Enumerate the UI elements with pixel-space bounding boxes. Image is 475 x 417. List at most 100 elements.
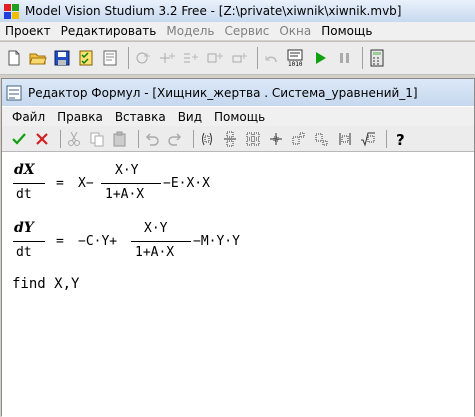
editor-menu-help[interactable]: Помощь [208,110,271,124]
document-icon [103,50,117,66]
undo-icon [145,132,159,146]
add-parameter-icon [232,53,247,63]
new-file-icon [8,50,20,66]
compile-icon: 1010 [287,49,303,67]
menu-help[interactable]: Помощь [316,24,377,38]
toolbar-separator [362,47,363,69]
fraction-icon [224,131,236,146]
eq1-equals: = [56,176,64,191]
eq2-lhs-numerator: dY [14,220,34,236]
insert-superscript-button[interactable] [290,130,308,148]
run-button[interactable] [310,48,330,68]
help-button[interactable]: ? [391,130,409,148]
insert-sqrt-button[interactable] [359,130,377,148]
subscript-icon [315,133,328,145]
eq1-term1: X− [78,176,94,191]
save-button[interactable] [52,48,72,68]
copy-button[interactable] [88,130,106,148]
menu-model[interactable]: Модель [161,24,219,38]
redo-icon [168,132,182,146]
open-button[interactable] [28,48,48,68]
eq1-frac-numerator: X·Y [115,163,139,178]
insert-subscript-button[interactable] [313,130,331,148]
eq2-equals: = [56,234,64,249]
calculator-icon [370,49,384,67]
add-parameter-button[interactable] [229,48,249,68]
add-connector-icon [160,53,175,63]
new-file-button[interactable] [4,48,24,68]
sqrt-icon [361,132,375,147]
app-title: Model Vision Studium 3.2 Free - [Z:\priv… [25,4,402,18]
add-variable-icon [207,53,223,63]
editor-menu-bar: Файл Правка Вставка Вид Помощь [2,107,474,126]
apply-button[interactable] [10,130,28,148]
pause-button[interactable] [334,48,354,68]
compile-button[interactable]: 1010 [286,48,306,68]
close-icon [36,132,48,145]
editor-title: Редактор Формул - [Хищник_жертва . Систе… [28,85,418,100]
superscript-icon [292,132,305,144]
eq2-frac-numerator: X·Y [144,221,168,236]
editor-menu-view[interactable]: Вид [172,110,208,124]
main-toolbar: 1010 [0,41,475,75]
insert-parentheses-button[interactable] [198,130,216,148]
menu-project[interactable]: Проект [0,24,56,38]
toolbar-separator [138,129,139,148]
insert-matrix-button[interactable] [244,130,262,148]
eq2-tail: −M·Y·Y [193,234,240,249]
insert-fraction-button[interactable] [221,130,239,148]
eq2-term1: −C·Y+ [78,234,118,249]
eq2-lhs-fraction-bar [13,241,45,242]
editor-menu-file[interactable]: Файл [6,110,51,124]
toolbar-separator [60,129,61,148]
undo-icon [265,56,277,63]
formula-editor-icon [6,85,22,100]
eq2-frac-denominator: 1+A·X [135,245,175,260]
eq1-lhs-numerator: dX [14,162,35,178]
parentheses-icon [202,132,212,145]
menu-edit[interactable]: Редактировать [56,24,162,38]
add-port-icon [184,53,198,63]
insert-abs-button[interactable] [336,130,354,148]
editor-title-bar: Редактор Формул - [Хищник_жертва . Систе… [2,79,474,106]
undo-button[interactable] [143,130,161,148]
eq1-lhs-fraction-bar [13,183,45,184]
app-logo-icon [4,3,19,19]
formula-editor-area[interactable]: dX dt = X− X·Y 1+A·X −E·X·X dY dt = −C·Y… [2,152,474,417]
eq1-frac-denominator: 1+A·X [105,187,145,202]
app-title-bar: Model Vision Studium 3.2 Free - [Z:\priv… [0,0,475,22]
copy-icon [90,132,104,146]
toolbar-separator [128,47,129,69]
paste-icon [113,131,126,146]
redo-button[interactable] [166,130,184,148]
editor-menu-insert[interactable]: Вставка [109,110,172,124]
checklist-button[interactable] [76,48,96,68]
abs-template-icon [339,132,351,145]
add-variable-button[interactable] [205,48,225,68]
toolbar-separator [386,129,387,148]
toolbar-separator [257,47,258,69]
checklist-icon [79,50,93,66]
add-port-button[interactable] [181,48,201,68]
cut-button[interactable] [65,130,83,148]
editor-menu-edit[interactable]: Правка [51,110,109,124]
paste-button[interactable] [111,130,129,148]
cross-template-icon [270,132,282,145]
add-connector-button[interactable] [157,48,177,68]
calculator-button[interactable] [367,48,387,68]
menu-windows[interactable]: Окна [274,24,316,38]
undo-disabled-button[interactable] [262,48,282,68]
scissors-icon [68,131,80,146]
editor-toolbar: ? [2,126,474,152]
matrix-icon [246,132,260,145]
play-icon [316,52,326,64]
cancel-button[interactable] [33,130,51,148]
menu-service[interactable]: Сервис [220,24,275,38]
report-button[interactable] [100,48,120,68]
checkmark-icon [12,132,26,145]
help-question-icon: ? [396,131,405,147]
eq2-lhs-denominator: dt [16,245,32,260]
add-block-button[interactable] [133,48,153,68]
insert-cross-button[interactable] [267,130,285,148]
eq1-tail: −E·X·X [163,176,210,191]
